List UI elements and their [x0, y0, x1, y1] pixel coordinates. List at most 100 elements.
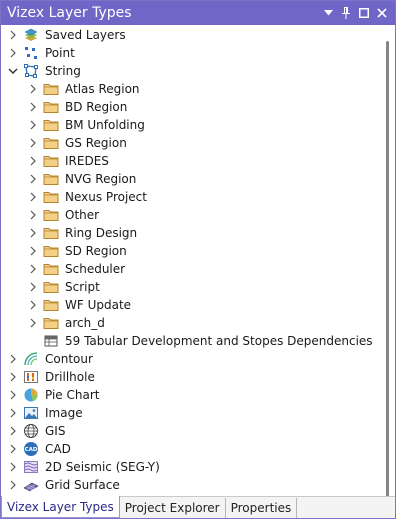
tree-category-row[interactable]: String	[1, 62, 381, 80]
tree-child-row[interactable]: NVG Region	[1, 170, 381, 188]
close-icon[interactable]	[375, 6, 389, 20]
chevron-right-icon[interactable]	[27, 242, 39, 260]
tree-child-row[interactable]: SD Region	[1, 242, 381, 260]
tab-properties[interactable]: Properties	[226, 498, 298, 518]
tree-category-row[interactable]: Drillhole	[1, 368, 381, 386]
chevron-right-icon[interactable]	[27, 206, 39, 224]
chevron-right-icon[interactable]	[7, 350, 19, 368]
tree-item-label: Pie Chart	[45, 388, 100, 402]
chevron-right-icon[interactable]	[27, 80, 39, 98]
chevron-right-icon[interactable]	[7, 44, 19, 62]
tree-item-label: 59 Tabular Development and Stopes Depend…	[65, 334, 373, 348]
folder-icon	[43, 261, 59, 277]
tree-item-label: GIS	[45, 424, 66, 438]
chevron-right-icon[interactable]	[7, 458, 19, 476]
panel-title: Vizex Layer Types	[7, 5, 132, 21]
tree-category-row[interactable]: CAD CAD	[1, 440, 381, 458]
scrollbar-thumb[interactable]	[386, 41, 389, 497]
folder-icon	[43, 225, 59, 241]
maximize-icon[interactable]	[357, 6, 371, 20]
chevron-right-icon[interactable]	[27, 188, 39, 206]
chevron-right-icon[interactable]	[7, 404, 19, 422]
tree-category-row[interactable]: Pie Chart	[1, 386, 381, 404]
chevron-right-icon[interactable]	[27, 260, 39, 278]
tree-child-row[interactable]: Scheduler	[1, 260, 381, 278]
tree-item-label: Ring Design	[65, 226, 138, 240]
tab-vizex-layer-types[interactable]: Vizex Layer Types	[1, 496, 120, 518]
tree-child-row[interactable]: Script	[1, 278, 381, 296]
folder-icon	[43, 153, 59, 169]
dropdown-icon[interactable]	[321, 6, 335, 20]
folder-icon	[43, 207, 59, 223]
chevron-right-icon[interactable]	[27, 134, 39, 152]
tree-child-row[interactable]: IREDES	[1, 152, 381, 170]
tree-item-label: CAD	[45, 442, 71, 456]
pin-icon[interactable]	[339, 6, 353, 20]
vertical-scrollbar[interactable]	[383, 27, 393, 497]
tree-item-label: Drillhole	[45, 370, 95, 384]
tree-category-row[interactable]: Grid Surface	[1, 476, 381, 494]
tree-item-label: Point	[45, 46, 75, 60]
tree-category-row[interactable]: Image	[1, 404, 381, 422]
tab-project-explorer[interactable]: Project Explorer	[120, 498, 226, 518]
chevron-right-icon[interactable]	[27, 116, 39, 134]
folder-icon	[43, 315, 59, 331]
chevron-right-icon[interactable]	[27, 314, 39, 332]
chevron-right-icon[interactable]	[7, 386, 19, 404]
tree-child-row[interactable]: Other	[1, 206, 381, 224]
drillhole-icon	[23, 369, 39, 385]
svg-text:CAD: CAD	[25, 447, 38, 453]
tree-item-label: IREDES	[65, 154, 109, 168]
tree-child-row[interactable]: 59 Tabular Development and Stopes Depend…	[1, 332, 381, 350]
chevron-right-icon[interactable]	[7, 26, 19, 44]
chevron-right-icon[interactable]	[27, 98, 39, 116]
tree-category-row[interactable]: 2D Seismic (SEG-Y)	[1, 458, 381, 476]
tree-item-label: BM Unfolding	[65, 118, 145, 132]
chevron-right-icon[interactable]	[27, 224, 39, 242]
tree-child-row[interactable]: BM Unfolding	[1, 116, 381, 134]
folder-icon	[43, 189, 59, 205]
chevron-right-icon[interactable]	[7, 422, 19, 440]
tree-child-row[interactable]: BD Region	[1, 98, 381, 116]
folder-icon	[43, 135, 59, 151]
table-icon	[43, 333, 59, 349]
image-icon	[23, 405, 39, 421]
chevron-right-icon[interactable]	[27, 152, 39, 170]
globe-icon	[23, 423, 39, 439]
folder-icon	[43, 171, 59, 187]
chevron-right-icon[interactable]	[27, 296, 39, 314]
tree-child-row[interactable]: arch_d	[1, 314, 381, 332]
tree-child-row[interactable]: WF Update	[1, 296, 381, 314]
tree-category-row[interactable]: Saved Layers	[1, 26, 381, 44]
tree-item-label: Grid Surface	[45, 478, 120, 492]
tree-child-row[interactable]: Nexus Project	[1, 188, 381, 206]
tree-item-label: Contour	[45, 352, 93, 366]
folder-icon	[43, 279, 59, 295]
tree-item-label: GS Region	[65, 136, 127, 150]
folder-icon	[43, 117, 59, 133]
chevron-right-icon[interactable]	[7, 476, 19, 494]
tree-item-label: Script	[65, 280, 100, 294]
tree-category-row[interactable]: GIS	[1, 422, 381, 440]
tree-child-row[interactable]: Atlas Region	[1, 80, 381, 98]
tree-item-label: NVG Region	[65, 172, 137, 186]
tree-item-label: WF Update	[65, 298, 132, 312]
chevron-right-icon[interactable]	[7, 440, 19, 458]
panel-title-bar[interactable]: Vizex Layer Types	[1, 1, 395, 25]
tree-item-label: BD Region	[65, 100, 128, 114]
vizex-layer-types-panel: Vizex Layer Types Saved Layers Point Strin…	[0, 0, 396, 519]
tree-item-label: Saved Layers	[45, 28, 126, 42]
grid-surface-icon	[23, 477, 39, 493]
cad-icon: CAD	[23, 441, 39, 457]
tree-category-row[interactable]: Contour	[1, 350, 381, 368]
tree-item-label: String	[45, 64, 81, 78]
tree-child-row[interactable]: Ring Design	[1, 224, 381, 242]
folder-icon	[43, 99, 59, 115]
chevron-right-icon[interactable]	[7, 368, 19, 386]
layers-icon	[23, 27, 39, 43]
chevron-down-icon[interactable]	[7, 62, 19, 80]
tree-child-row[interactable]: GS Region	[1, 134, 381, 152]
tree-category-row[interactable]: Point	[1, 44, 381, 62]
chevron-right-icon[interactable]	[27, 278, 39, 296]
chevron-right-icon[interactable]	[27, 170, 39, 188]
